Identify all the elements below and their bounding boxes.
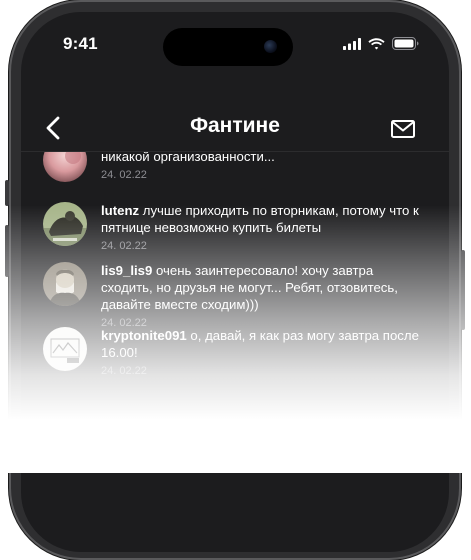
comment-body: lutenz лучше приходить по вторникам, пот… — [101, 202, 423, 252]
comments-list: никакой организованности... 24. 02.22 lu… — [21, 152, 449, 452]
phone-side-button — [5, 180, 9, 206]
mail-icon[interactable] — [391, 120, 415, 138]
status-bar: 9:41 — [21, 12, 449, 72]
comment-author[interactable]: lis9_lis9 — [101, 263, 152, 278]
comment-date: 24. 02.22 — [101, 365, 147, 377]
comment-text: lutenz лучше приходить по вторникам, пот… — [101, 202, 423, 236]
dynamic-island — [163, 28, 293, 66]
comment-author[interactable]: kryptonite091 — [101, 328, 187, 343]
comment-text: lis9_lis9 очень заинтересовало! хочу зав… — [101, 262, 423, 313]
avatar[interactable] — [43, 202, 87, 246]
phone-screen: 9:41 Фантине никакой организованности...… — [21, 12, 449, 552]
comment-message: никакой организованности... — [101, 152, 275, 164]
phone-side-button — [5, 225, 9, 277]
nav-header: Фантине — [21, 100, 449, 152]
comment-message: лучше приходить по вторникам, потому что… — [101, 203, 419, 235]
comment-date: 24. 02.22 — [101, 169, 147, 181]
comment-text: никакой организованности... — [101, 152, 423, 165]
avatar[interactable] — [43, 152, 87, 182]
battery-icon — [392, 37, 419, 50]
wifi-icon — [368, 37, 385, 49]
comment-text: kryptonite091 о, давай, я как раз могу з… — [101, 327, 423, 361]
comment-body: kryptonite091 о, давай, я как раз могу з… — [101, 327, 423, 377]
signal-icon — [343, 37, 361, 50]
comment-body: lis9_lis9 очень заинтересовало! хочу зав… — [101, 262, 423, 329]
status-icons — [343, 37, 419, 50]
comment-date: 24. 02.22 — [101, 240, 147, 252]
status-time: 9:41 — [63, 34, 98, 53]
page-title: Фантине — [190, 114, 280, 137]
camera-icon — [264, 40, 277, 53]
comment-body: никакой организованности... 24. 02.22 — [101, 152, 423, 181]
avatar[interactable] — [43, 327, 87, 371]
comment-author[interactable]: lutenz — [101, 203, 139, 218]
avatar[interactable] — [43, 262, 87, 306]
phone-side-button — [461, 250, 465, 330]
